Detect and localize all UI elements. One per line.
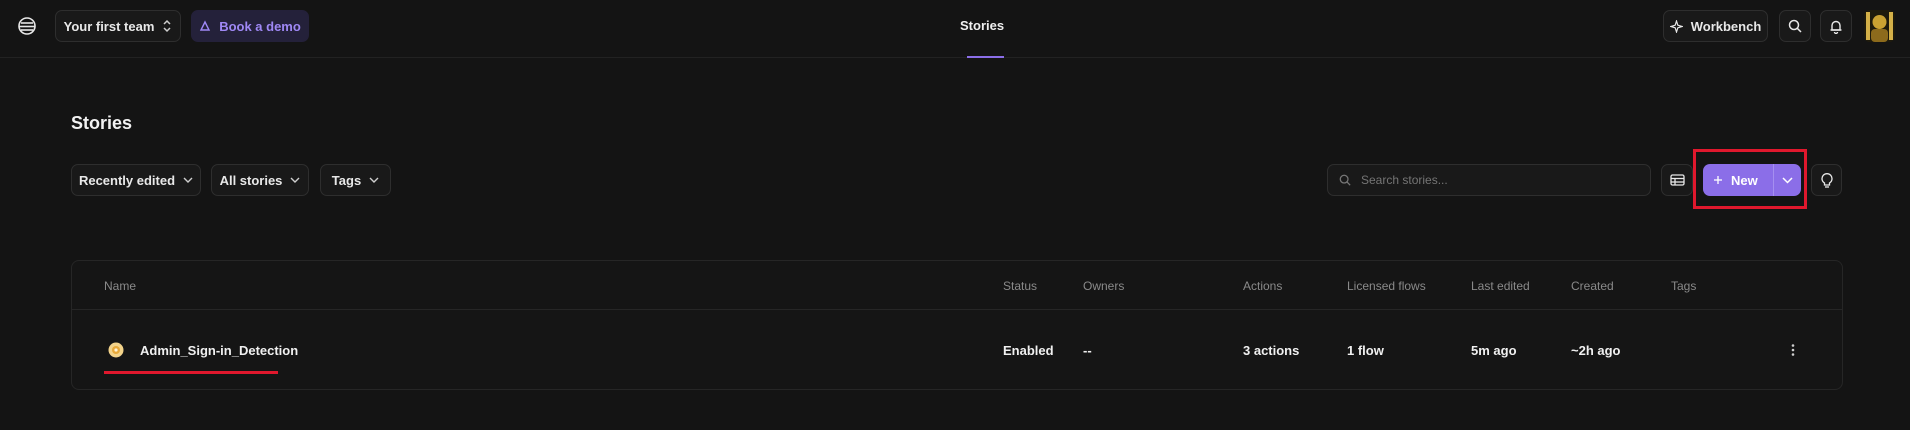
more-vertical-icon [1791, 343, 1795, 357]
active-tab-indicator [967, 56, 1004, 58]
notifications-button[interactable] [1820, 10, 1852, 42]
demo-icon [199, 20, 211, 32]
tags-dropdown-label: Tags [331, 172, 362, 188]
chevron-down-icon [369, 177, 379, 183]
story-last-edited: 5m ago [1471, 343, 1517, 358]
app-logo-icon[interactable] [17, 16, 37, 36]
sparkle-icon [1669, 19, 1683, 33]
story-actions: 3 actions [1243, 343, 1300, 358]
story-status: Enabled [1003, 343, 1054, 358]
team-switcher-button[interactable]: Your first team [55, 10, 181, 42]
column-header-actions[interactable]: Actions [1243, 279, 1282, 293]
story-icon [108, 342, 124, 358]
page-title: Stories [71, 113, 133, 133]
row-menu-button[interactable] [1786, 339, 1800, 361]
book-demo-label: Book a demo [219, 18, 301, 34]
sort-dropdown[interactable]: Recently edited [71, 164, 201, 196]
top-bar: Your first team Book a demo Stories Work… [0, 0, 1910, 58]
column-header-name[interactable]: Name [104, 279, 136, 293]
bell-icon [1829, 19, 1843, 34]
avatar[interactable] [1864, 10, 1895, 42]
search-button[interactable] [1779, 10, 1811, 42]
column-header-last-edited[interactable]: Last edited [1471, 279, 1530, 293]
highlight-box [1693, 149, 1807, 209]
tab-stories-label: Stories [960, 18, 1005, 33]
column-header-created[interactable]: Created [1571, 279, 1614, 293]
tips-button[interactable] [1811, 164, 1842, 196]
sort-dropdown-label: Recently edited [78, 172, 176, 188]
scope-dropdown-label: All stories [219, 172, 283, 188]
table-view-icon [1669, 174, 1685, 186]
chevron-updown-icon [162, 19, 172, 33]
book-demo-button[interactable]: Book a demo [191, 10, 309, 42]
column-header-owners[interactable]: Owners [1083, 279, 1124, 293]
column-header-tags[interactable]: Tags [1671, 279, 1696, 293]
workbench-label: Workbench [1690, 18, 1762, 34]
search-input[interactable] [1361, 173, 1621, 187]
story-owners: -- [1083, 343, 1092, 358]
story-licensed-flows: 1 flow [1347, 343, 1384, 358]
lightbulb-icon [1820, 172, 1833, 188]
name-underline-annotation [104, 371, 278, 374]
team-switcher-label: Your first team [63, 18, 155, 34]
workbench-button[interactable]: Workbench [1663, 10, 1768, 42]
tab-stories[interactable]: Stories [960, 18, 1004, 58]
table-view-button[interactable] [1661, 164, 1693, 196]
chevron-down-icon [183, 177, 193, 183]
tags-dropdown[interactable]: Tags [320, 164, 391, 196]
scope-dropdown[interactable]: All stories [211, 164, 309, 196]
chevron-down-icon [290, 177, 300, 183]
column-header-status[interactable]: Status [1003, 279, 1037, 293]
column-header-licensed-flows[interactable]: Licensed flows [1347, 279, 1426, 293]
search-field[interactable] [1327, 164, 1651, 196]
story-name-link[interactable]: Admin_Sign-in_Detection [140, 343, 298, 358]
search-icon [1339, 174, 1351, 186]
story-created: ~2h ago [1571, 343, 1621, 358]
search-icon [1788, 19, 1802, 33]
